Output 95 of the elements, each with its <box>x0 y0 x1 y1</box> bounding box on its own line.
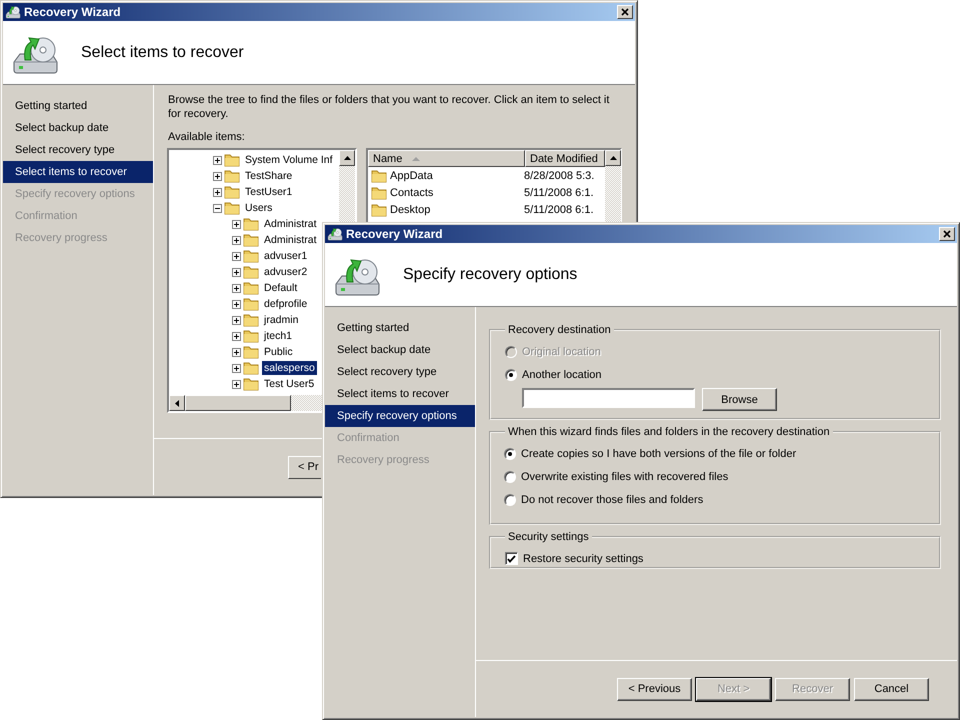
folder-icon <box>243 312 259 328</box>
expand-icon[interactable] <box>232 284 241 292</box>
expand-icon[interactable] <box>232 236 241 244</box>
scroll-up-icon[interactable] <box>344 156 350 160</box>
radio-button[interactable] <box>504 470 516 482</box>
wizard-step[interactable]: Getting started <box>3 95 153 117</box>
wizard-step[interactable]: Specify recovery options <box>325 405 475 427</box>
folder-icon <box>371 184 387 200</box>
file-name: AppData <box>390 170 433 182</box>
expand-icon[interactable] <box>232 268 241 276</box>
tree-item[interactable]: Default <box>262 281 300 295</box>
expand-icon[interactable] <box>232 332 241 340</box>
scroll-up-icon[interactable] <box>610 156 616 160</box>
expand-icon[interactable] <box>232 220 241 228</box>
folder-icon <box>243 216 259 232</box>
tree-item[interactable]: Public <box>262 345 295 359</box>
close-button[interactable] <box>939 227 955 241</box>
wizard-button[interactable]: < Previous <box>617 678 692 700</box>
wizard-button[interactable]: Cancel <box>854 678 929 700</box>
checkmark-icon <box>507 554 516 562</box>
tree-item[interactable]: Administrat <box>262 233 319 247</box>
expand-icon[interactable] <box>213 156 222 164</box>
folder-icon <box>243 232 259 248</box>
tree-item[interactable]: advuser1 <box>262 249 310 263</box>
tree-item[interactable]: advuser2 <box>262 265 310 279</box>
expand-icon[interactable] <box>213 188 222 196</box>
folder-icon <box>224 152 240 168</box>
expand-icon[interactable] <box>232 300 241 308</box>
items-label: Available items: <box>167 130 246 143</box>
column-header[interactable]: Date Modified <box>525 150 605 167</box>
option-label[interactable]: Another location <box>522 368 602 380</box>
group-title: Recovery destination <box>507 324 612 336</box>
modified-date: 8/28/2008 5:3. <box>524 170 594 182</box>
group-title: When this wizard finds files and folders in the recovery destination <box>507 426 831 438</box>
option-label[interactable]: Create copies so I have both versions of the file or folder <box>521 448 796 460</box>
tree-item[interactable]: salesperso <box>262 361 317 375</box>
tree-item[interactable]: Test User5 <box>262 377 316 391</box>
wizard-button[interactable]: < Pr <box>288 456 321 478</box>
checkbox[interactable] <box>505 552 518 565</box>
instructions-text: Browse the tree to find the files or folders that you want to recover. Click an item to select it for recovery. <box>167 93 610 121</box>
tree-item[interactable]: TestShare <box>243 169 294 183</box>
expand-icon[interactable] <box>213 172 222 180</box>
option-label[interactable]: Overwrite existing files with recovered files <box>521 470 728 482</box>
folder-icon <box>243 264 259 280</box>
file-name: Desktop <box>390 204 430 216</box>
wizard-step[interactable]: Select recovery type <box>3 139 153 161</box>
disc-drive-icon <box>327 226 343 242</box>
group-title: Security settings <box>507 531 590 543</box>
expand-icon[interactable] <box>232 380 241 388</box>
window-title: Recovery Wizard <box>24 5 122 19</box>
wizard-step[interactable]: Select backup date <box>3 117 153 139</box>
option-label[interactable]: Do not recover those files and folders <box>521 494 704 506</box>
folder-icon <box>243 360 259 376</box>
folder-icon <box>371 202 387 218</box>
folder-icon <box>243 328 259 344</box>
close-icon[interactable] <box>943 230 951 238</box>
folder-icon <box>224 184 240 200</box>
tree-item[interactable]: jtech1 <box>262 329 294 343</box>
collapse-icon[interactable] <box>213 204 222 212</box>
modified-date: 5/11/2008 6:1. <box>524 204 594 216</box>
expand-icon[interactable] <box>232 364 241 372</box>
tree-item[interactable]: jradmin <box>262 313 300 327</box>
expand-icon[interactable] <box>232 252 241 260</box>
radio-button[interactable] <box>504 448 516 460</box>
close-button[interactable] <box>617 5 633 19</box>
disc-drive-icon <box>5 4 21 20</box>
sort-arrow-icon <box>412 156 420 160</box>
folder-icon <box>243 376 259 392</box>
scroll-left-icon[interactable] <box>175 400 179 406</box>
tree-item[interactable]: TestUser1 <box>243 185 294 199</box>
page-heading: Specify recovery options <box>403 266 578 284</box>
tree-item[interactable]: defprofile <box>262 297 310 311</box>
folder-icon <box>224 168 240 184</box>
tree-item[interactable]: Administrat <box>262 217 319 231</box>
file-name: Contacts <box>390 186 434 198</box>
folder-icon <box>243 248 259 264</box>
option-label[interactable]: Restore security settings <box>523 552 644 564</box>
close-icon[interactable] <box>621 8 629 16</box>
folder-icon <box>243 296 259 312</box>
folder-icon <box>243 344 259 360</box>
tree-item[interactable]: System Volume Inf <box>243 153 335 167</box>
expand-icon[interactable] <box>232 316 241 324</box>
folder-icon <box>371 168 387 184</box>
modified-date: 5/11/2008 6:1. <box>524 186 594 198</box>
radio-button[interactable] <box>504 494 516 506</box>
browse-button[interactable]: Browse <box>702 388 777 411</box>
column-header[interactable]: Name <box>368 150 525 167</box>
wizard-step[interactable]: Select items to recover <box>3 161 153 183</box>
expand-icon[interactable] <box>232 348 241 356</box>
folder-icon <box>243 280 259 296</box>
radio-button[interactable] <box>505 368 517 380</box>
tree-item[interactable]: Users <box>243 201 274 215</box>
path-field[interactable] <box>522 388 695 408</box>
page-heading: Select items to recover <box>81 44 244 62</box>
folder-icon <box>224 200 240 216</box>
